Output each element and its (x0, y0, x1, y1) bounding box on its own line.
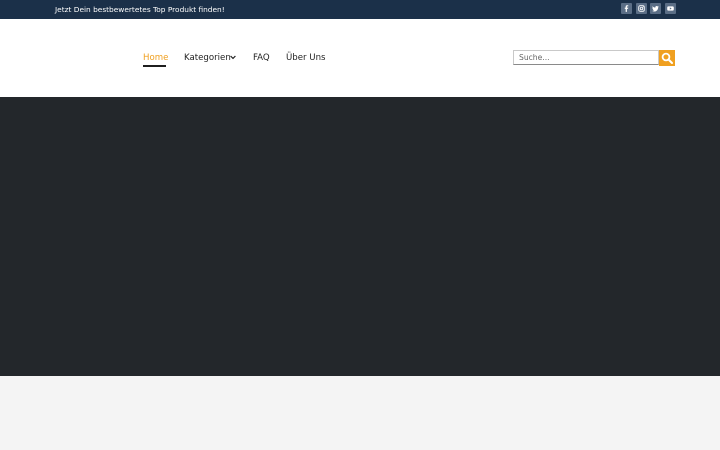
twitter-icon[interactable] (650, 3, 661, 14)
site-header: Home Kategorien FAQ Über Uns (0, 19, 720, 97)
nav-item-faq[interactable]: FAQ (253, 52, 270, 64)
instagram-icon[interactable] (636, 3, 647, 14)
search-button[interactable] (659, 50, 675, 66)
content-section (0, 376, 720, 450)
nav-item-home[interactable]: Home (143, 52, 168, 64)
search-icon (661, 52, 673, 64)
search-input[interactable] (513, 50, 659, 65)
nav-item-kategorien[interactable]: Kategorien (184, 52, 231, 64)
facebook-icon[interactable] (621, 3, 632, 14)
nav-active-underline (143, 65, 166, 67)
top-bar: Jetzt Dein bestbewertetes Top Produkt fi… (0, 0, 720, 19)
top-bar-text: Jetzt Dein bestbewertetes Top Produkt fi… (55, 5, 225, 14)
nav-item-ueber-uns[interactable]: Über Uns (286, 52, 326, 64)
youtube-icon[interactable] (665, 3, 676, 14)
chevron-down-icon[interactable] (230, 55, 236, 60)
hero-banner (0, 97, 720, 376)
